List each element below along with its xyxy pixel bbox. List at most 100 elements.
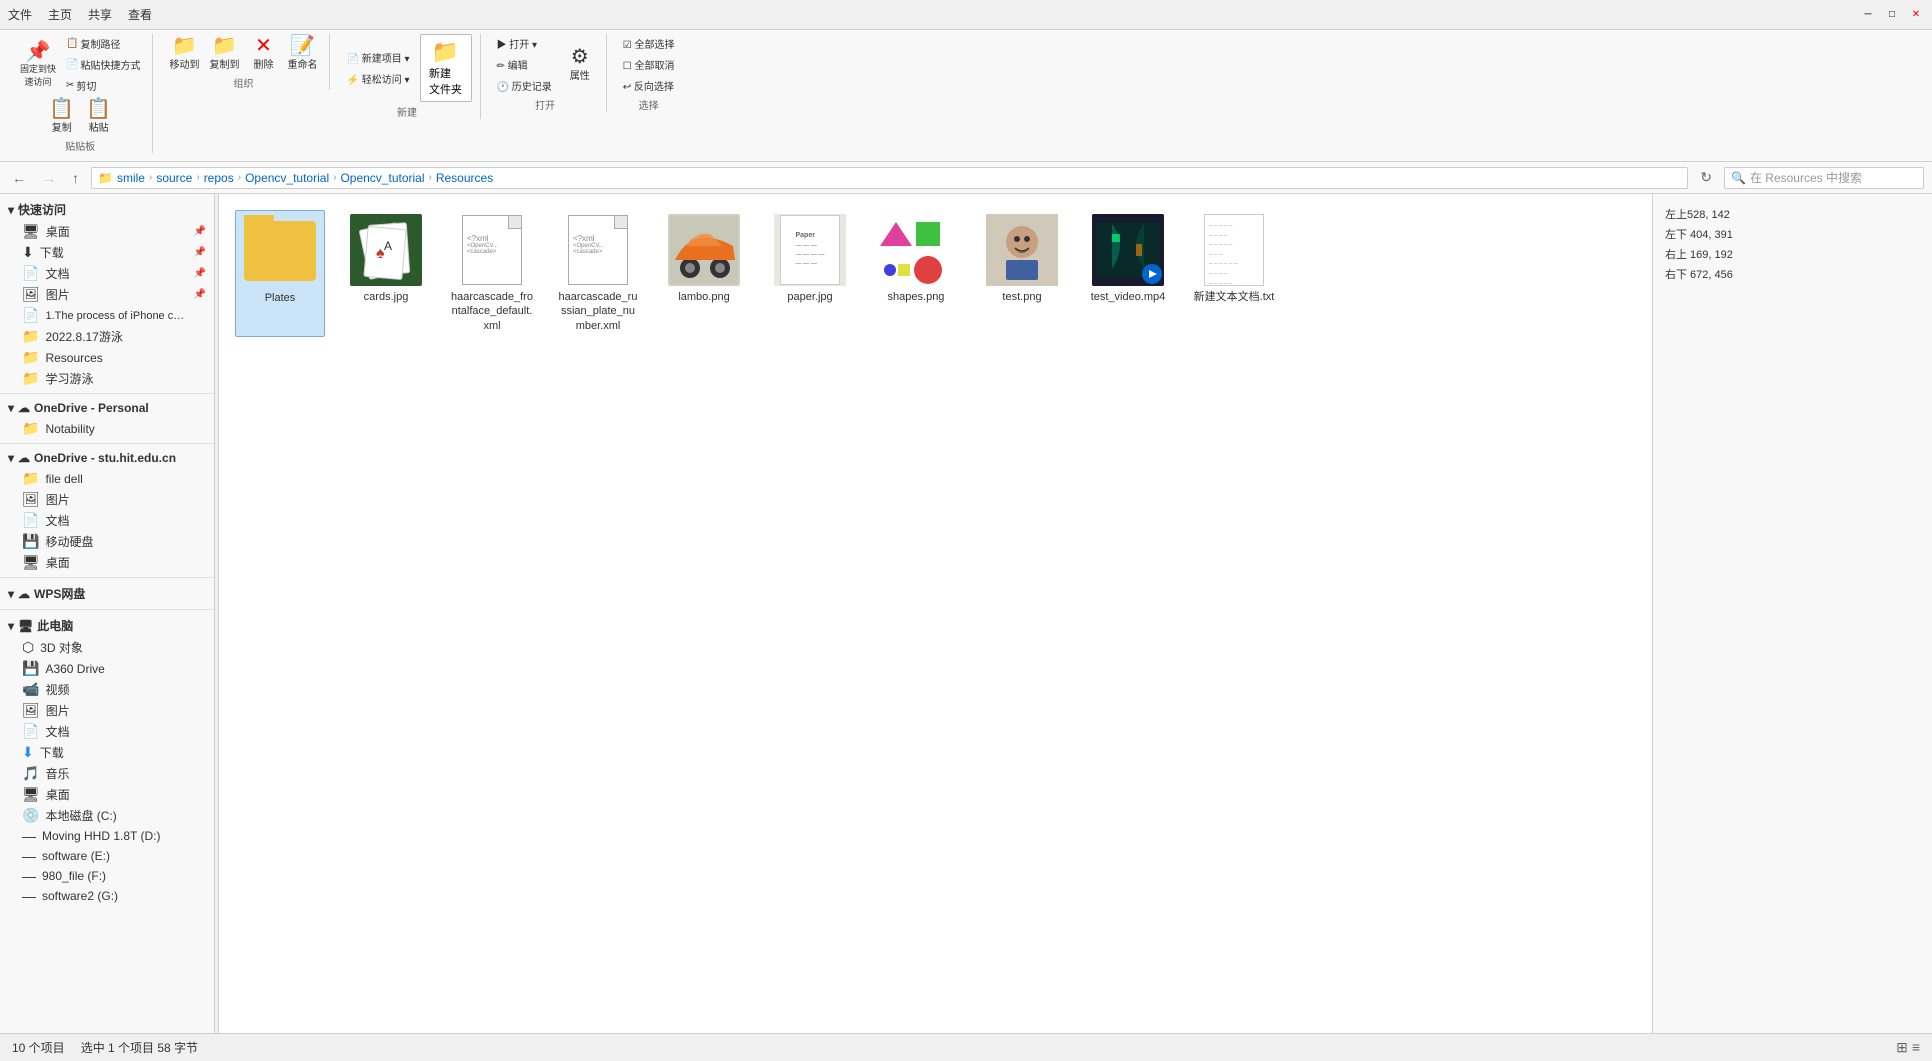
- file-item-haarcascade-russian[interactable]: <?xml <OpenCV... <cascade> haarcascade_r…: [553, 210, 643, 337]
- sidebar-item-game2022[interactable]: 📁 2022.8.17游泳: [0, 326, 214, 347]
- close-button[interactable]: ✕: [1908, 7, 1924, 23]
- paste-shortcut-button[interactable]: 📄粘贴快捷方式: [62, 55, 144, 74]
- file-item-haarcascade-frontal[interactable]: <?xml <OpenCV... <cascade> haarcascade_f…: [447, 210, 537, 337]
- search-box[interactable]: 🔍 在 Resources 中搜索: [1724, 167, 1924, 189]
- a360-icon: 💾: [22, 660, 39, 677]
- info-line-1: 左上528, 142: [1665, 206, 1920, 222]
- refresh-button[interactable]: ↻: [1696, 167, 1716, 188]
- path-source[interactable]: source: [156, 171, 192, 185]
- path-repos[interactable]: repos: [204, 171, 234, 185]
- file-thumbnail-test: [986, 214, 1058, 286]
- this-pc-label: 此电脑: [37, 617, 73, 634]
- address-path[interactable]: 📁 smile › source › repos › Opencv_tutori…: [91, 167, 1688, 189]
- onedrive-personal-header[interactable]: ▾ ☁ OneDrive - Personal: [0, 398, 214, 418]
- move-to-button[interactable]: 📁 移动到: [165, 34, 203, 73]
- path-smile[interactable]: smile: [117, 171, 145, 185]
- ribbon-group-organize: 📁 移动到 📁 复制到 ✕ 删除 📝 重命名 组织: [157, 34, 330, 90]
- file-item-new-txt[interactable]: _ _ _ _ _ _ _ _ _ _ _ _ _ _ _ _ _ _ _ _ …: [1189, 210, 1279, 337]
- path-opencv-tutorial1[interactable]: Opencv_tutorial: [245, 171, 329, 185]
- notability-icon: 📁: [22, 420, 39, 437]
- folder-icon-resources: 📁: [22, 349, 39, 366]
- properties-button[interactable]: ⚙ 属性: [562, 45, 598, 84]
- sidebar-item-3d[interactable]: ⬡ 3D 对象: [0, 637, 214, 658]
- paste-button[interactable]: 📋 粘贴: [82, 97, 115, 136]
- sidebar-item-downloads[interactable]: ⬇ 下载 📌: [0, 242, 214, 263]
- new-item-button[interactable]: 📄 新建项目 ▾: [342, 48, 413, 67]
- sidebar-item-moving-hhd[interactable]: — Moving HHD 1.8T (D:): [0, 826, 214, 846]
- file-item-cards[interactable]: ♠ A cards.jpg: [341, 210, 431, 337]
- file-item-paper[interactable]: Paper — — — — — — — — — — paper.jpg: [765, 210, 855, 337]
- sidebar-item-desktop2[interactable]: 🖥 桌面: [0, 552, 214, 573]
- copy-path-button[interactable]: 📋复制路径: [62, 34, 144, 53]
- sidebar-item-pictures3[interactable]: 🖼 图片: [0, 700, 214, 721]
- sidebar-item-software-e[interactable]: — software (E:): [0, 846, 214, 866]
- menu-view[interactable]: 查看: [128, 6, 152, 23]
- sidebar-item-videos[interactable]: 📹 视频: [0, 679, 214, 700]
- cut-button[interactable]: ✂剪切: [62, 76, 144, 95]
- delete-button[interactable]: ✕ 删除: [245, 34, 281, 73]
- pin-to-quick-access-button[interactable]: 📌 固定到快速访问: [16, 40, 60, 90]
- minimize-button[interactable]: ─: [1860, 7, 1876, 23]
- file-item-test[interactable]: test.png: [977, 210, 1067, 337]
- sidebar-item-music[interactable]: 🎵 音乐: [0, 763, 214, 784]
- select-all-button[interactable]: ☑ 全部选择: [619, 34, 679, 53]
- large-icons-view-button[interactable]: ⊞: [1896, 1039, 1908, 1056]
- sidebar-item-file-dell[interactable]: 📁 file dell: [0, 468, 214, 489]
- deselect-all-button[interactable]: ☐ 全部取消: [619, 55, 679, 74]
- sidebar-item-desktop[interactable]: 🖥 桌面 📌: [0, 221, 214, 242]
- sidebar-item-980-f[interactable]: — 980_file (F:): [0, 866, 214, 886]
- edit-button[interactable]: ✏ 编辑: [493, 55, 556, 74]
- open-button[interactable]: ▶ 打开 ▾: [493, 34, 556, 53]
- file-item-lambo[interactable]: lambo.png: [659, 210, 749, 337]
- path-opencv-tutorial2[interactable]: Opencv_tutorial: [340, 171, 424, 185]
- easy-access-button[interactable]: ⚡ 轻松访问 ▾: [342, 69, 413, 88]
- up-button[interactable]: ↑: [68, 168, 83, 188]
- sidebar-item-docs2[interactable]: 📄 文档: [0, 510, 214, 531]
- sidebar-item-mobile-hdd[interactable]: 💾 移动硬盘: [0, 531, 214, 552]
- path-resources[interactable]: Resources: [436, 171, 493, 185]
- file-item-test-video[interactable]: test_video.mp4: [1083, 210, 1173, 337]
- sidebar-item-a360[interactable]: 💾 A360 Drive: [0, 658, 214, 679]
- new-folder-button[interactable]: 📁 新建文件夹: [420, 34, 472, 102]
- sidebar-item-software2-g[interactable]: — software2 (G:): [0, 886, 214, 906]
- sidebar-item-docs3[interactable]: 📄 文档: [0, 721, 214, 742]
- sidebar-item-local-c[interactable]: 💿 本地磁盘 (C:): [0, 805, 214, 826]
- this-pc-header[interactable]: ▾ 🖥 此电脑: [0, 614, 214, 637]
- quick-access-label: 快速访问: [18, 201, 66, 218]
- info-line-2: 左下 404, 391: [1665, 226, 1920, 242]
- sidebar-item-pictures2[interactable]: 🖼 图片: [0, 489, 214, 510]
- back-button[interactable]: ←: [8, 168, 30, 188]
- pin-icon3: 📌: [194, 268, 206, 279]
- rename-button[interactable]: 📝 重命名: [283, 34, 321, 73]
- organize-group-label: 组织: [233, 75, 253, 90]
- sidebar-label-software2-g: software2 (G:): [42, 889, 118, 903]
- music-icon: 🎵: [22, 765, 39, 782]
- sidebar-item-downloads2[interactable]: ⬇ 下载: [0, 742, 214, 763]
- details-view-button[interactable]: ≡: [1912, 1039, 1920, 1056]
- sidebar-label-docs3: 文档: [45, 723, 69, 740]
- sidebar-item-documents[interactable]: 📄 文档 📌: [0, 263, 214, 284]
- maximize-button[interactable]: □: [1884, 7, 1900, 23]
- forward-button[interactable]: →: [38, 168, 60, 188]
- sidebar-item-pictures[interactable]: 🖼 图片 📌: [0, 284, 214, 305]
- menu-file[interactable]: 文件: [8, 6, 32, 23]
- file-item-shapes[interactable]: shapes.png: [871, 210, 961, 337]
- ribbon-group-select: ☑ 全部选择 ☐ 全部取消 ↩ 反向选择 选择: [611, 34, 687, 112]
- onedrive-stu-header[interactable]: ▾ ☁ OneDrive - stu.hit.edu.cn: [0, 448, 214, 468]
- menu-share[interactable]: 共享: [88, 6, 112, 23]
- sidebar-item-resources[interactable]: 📁 Resources: [0, 347, 214, 368]
- wps-header[interactable]: ▾ ☁ WPS网盘: [0, 582, 214, 605]
- copy-to-button[interactable]: 📁 复制到: [205, 34, 243, 73]
- file-thumbnail-haarcascade-russian: <?xml <OpenCV... <cascade>: [562, 214, 634, 286]
- sidebar-item-desktop3[interactable]: 🖥 桌面: [0, 784, 214, 805]
- file-dell-icon: 📁: [22, 470, 39, 487]
- sidebar-item-learn-swim[interactable]: 📁 学习游泳: [0, 368, 214, 389]
- history-button[interactable]: 🕐 历史记录: [493, 76, 556, 95]
- sidebar-item-iphone[interactable]: 📄 1.The process of iPhone cell transp: [0, 305, 214, 326]
- invert-select-button[interactable]: ↩ 反向选择: [619, 76, 679, 95]
- menu-home[interactable]: 主页: [48, 6, 72, 23]
- copy-button[interactable]: 📋 复制: [45, 97, 78, 136]
- sidebar-item-notability[interactable]: 📁 Notability: [0, 418, 214, 439]
- quick-access-header[interactable]: ▾ 快速访问: [0, 198, 214, 221]
- file-item-plates[interactable]: Plates: [235, 210, 325, 337]
